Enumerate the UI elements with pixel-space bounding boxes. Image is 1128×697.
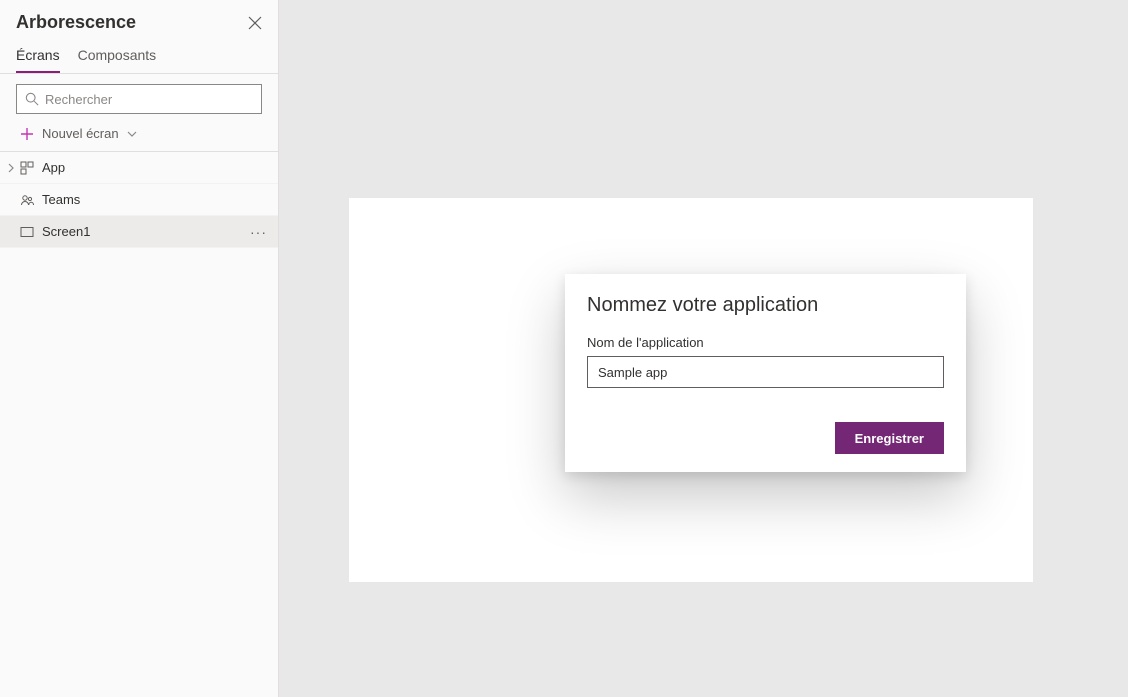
canvas-area: Nommez votre application Nom de l'applic… <box>279 0 1128 697</box>
app-name-input[interactable] <box>587 356 944 388</box>
sidebar-title: Arborescence <box>16 12 136 33</box>
search-container <box>0 74 278 120</box>
new-screen-button[interactable]: Nouvel écran <box>0 120 278 152</box>
search-box[interactable] <box>16 84 262 114</box>
close-icon[interactable] <box>248 16 262 30</box>
tree-item-label: App <box>42 160 266 175</box>
tree-item-screen1[interactable]: Screen1 ··· <box>0 216 278 248</box>
search-input[interactable] <box>45 92 253 107</box>
search-icon <box>25 92 39 106</box>
sidebar-tabs: Écrans Composants <box>0 41 278 74</box>
new-screen-label: Nouvel écran <box>42 126 119 141</box>
tab-screens[interactable]: Écrans <box>16 41 60 73</box>
chevron-down-icon <box>127 129 137 139</box>
tree-item-label: Teams <box>42 192 266 207</box>
tree: App Teams Screen1 ··· <box>0 152 278 248</box>
app-name-label: Nom de l'application <box>587 335 944 350</box>
screen-canvas[interactable]: Nommez votre application Nom de l'applic… <box>349 198 1033 582</box>
tree-item-teams[interactable]: Teams <box>0 184 278 216</box>
app-icon <box>20 161 34 175</box>
save-button[interactable]: Enregistrer <box>835 422 944 454</box>
tree-view-panel: Arborescence Écrans Composants Nouvel éc… <box>0 0 279 697</box>
sidebar-header: Arborescence <box>0 0 278 41</box>
tab-components[interactable]: Composants <box>78 41 157 73</box>
dialog-title: Nommez votre application <box>587 294 944 317</box>
dialog-actions: Enregistrer <box>587 422 944 454</box>
plus-icon <box>20 127 34 141</box>
chevron-right-icon <box>6 163 16 173</box>
screen-icon <box>20 225 34 239</box>
name-app-dialog: Nommez votre application Nom de l'applic… <box>565 274 966 472</box>
teams-icon <box>20 193 34 207</box>
tree-item-app[interactable]: App <box>0 152 278 184</box>
more-icon[interactable]: ··· <box>250 224 266 240</box>
tree-item-label: Screen1 <box>42 224 250 239</box>
